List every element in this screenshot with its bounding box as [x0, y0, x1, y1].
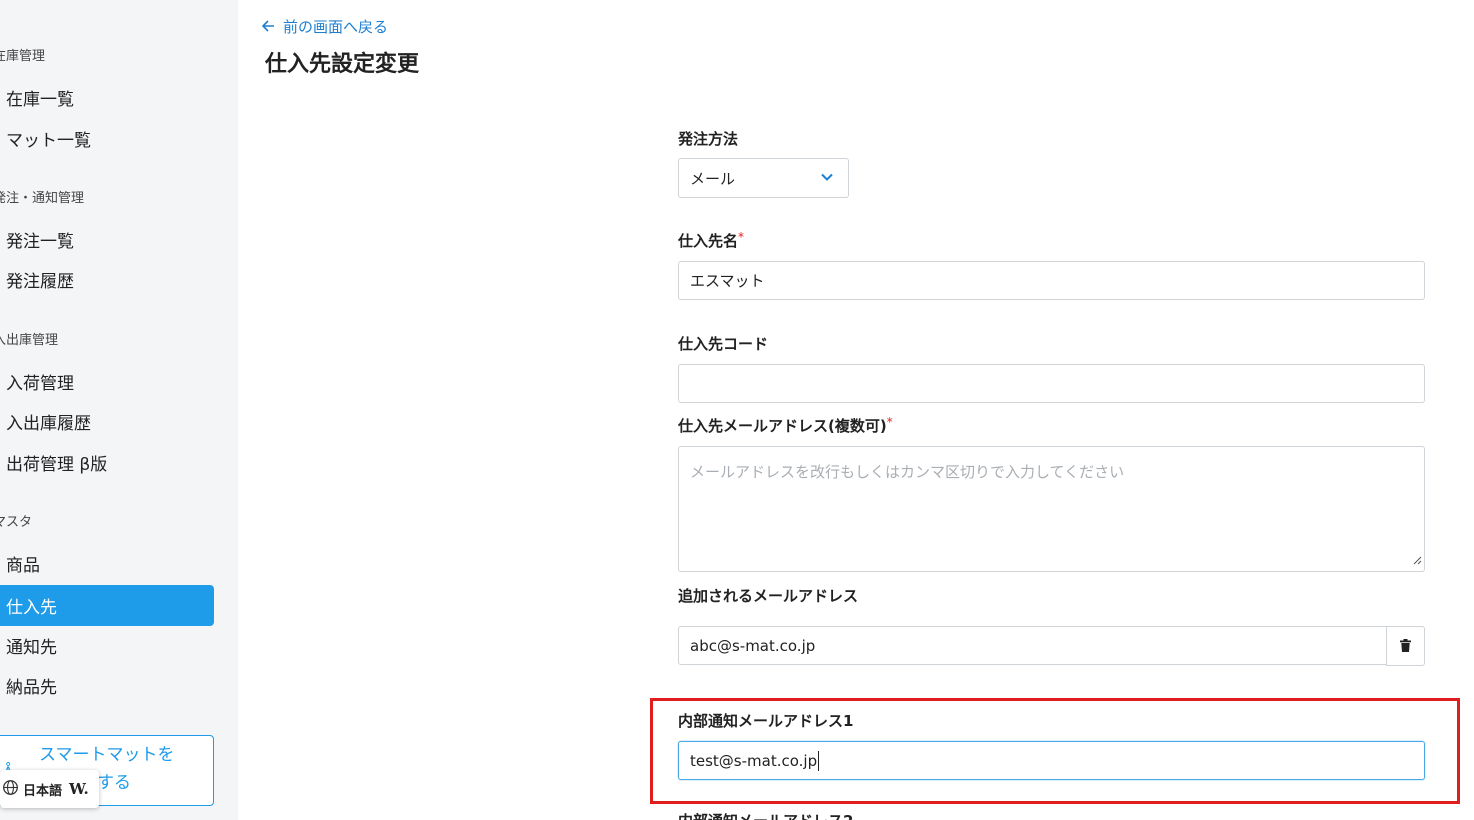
order-method-select[interactable]: メール	[678, 158, 849, 198]
language-badge: W.	[69, 780, 89, 798]
arrow-left-icon	[261, 18, 275, 36]
added-email-item: abc@s-mat.co.jp	[678, 626, 1387, 665]
supplier-code-label: 仕入先コード	[678, 335, 769, 353]
sidebar-item-mat-list[interactable]: マット一覧	[0, 118, 214, 159]
supplier-emails-placeholder: メールアドレスを改行もしくはカンマ区切りで入力してください	[690, 463, 1125, 481]
supplier-name-input[interactable]: エスマット	[678, 261, 1425, 300]
section-heading-warehouse: 入出庫管理	[0, 333, 59, 348]
page-title: 仕入先設定変更	[265, 52, 420, 77]
back-link-label: 前の画面へ戻る	[283, 18, 389, 36]
sidebar-item-order-history[interactable]: 発注履歴	[0, 259, 214, 300]
chevron-down-icon	[820, 170, 834, 188]
sidebar-item-products[interactable]: 商品	[0, 543, 214, 584]
trash-icon	[1400, 637, 1411, 656]
supplier-code-input[interactable]	[678, 364, 1425, 403]
internal-email-2-label: 内部通知メールアドレス2	[678, 810, 853, 820]
added-emails-label: 追加されるメールアドレス	[678, 587, 859, 605]
section-heading-orders: 発注・通知管理	[0, 191, 85, 206]
promo-line1: スマートマットを	[39, 745, 175, 765]
supplier-emails-textarea[interactable]: メールアドレスを改行もしくはカンマ区切りで入力してください	[678, 446, 1425, 572]
sidebar-item-receiving[interactable]: 入荷管理	[0, 361, 214, 402]
highlight-box	[650, 698, 1460, 804]
delete-email-button[interactable]	[1386, 626, 1425, 666]
order-method-label: 発注方法	[678, 130, 739, 148]
resize-grip-icon[interactable]	[1412, 551, 1422, 569]
sidebar-item-shipping-beta[interactable]: 出荷管理 β版	[0, 442, 214, 483]
language-label: 日本語	[23, 783, 63, 799]
supplier-emails-label: 仕入先メールアドレス(複数可)*	[678, 415, 893, 435]
sidebar-item-inventory-list[interactable]: 在庫一覧	[0, 77, 214, 118]
sidebar-item-order-list[interactable]: 発注一覧	[0, 219, 214, 260]
sidebar-item-delivery-targets[interactable]: 納品先	[0, 665, 214, 706]
back-link[interactable]: 前の画面へ戻る	[261, 16, 389, 37]
section-heading-inventory: 在庫管理	[0, 49, 46, 64]
section-heading-master: マスタ	[0, 515, 33, 530]
order-method-value: メール	[690, 169, 736, 188]
globe-icon	[2, 779, 19, 800]
promo-line2: する	[97, 773, 131, 793]
sidebar-item-warehouse-history[interactable]: 入出庫履歴	[0, 401, 214, 442]
language-switcher[interactable]: 日本語 W.	[0, 770, 99, 808]
sidebar: 在庫管理 在庫一覧 マット一覧 発注・通知管理 発注一覧 発注履歴 入出庫管理 …	[0, 0, 238, 820]
supplier-name-label: 仕入先名*	[678, 230, 745, 250]
sidebar-item-notification-targets[interactable]: 通知先	[0, 625, 214, 666]
sidebar-item-suppliers[interactable]: 仕入先	[0, 585, 214, 626]
